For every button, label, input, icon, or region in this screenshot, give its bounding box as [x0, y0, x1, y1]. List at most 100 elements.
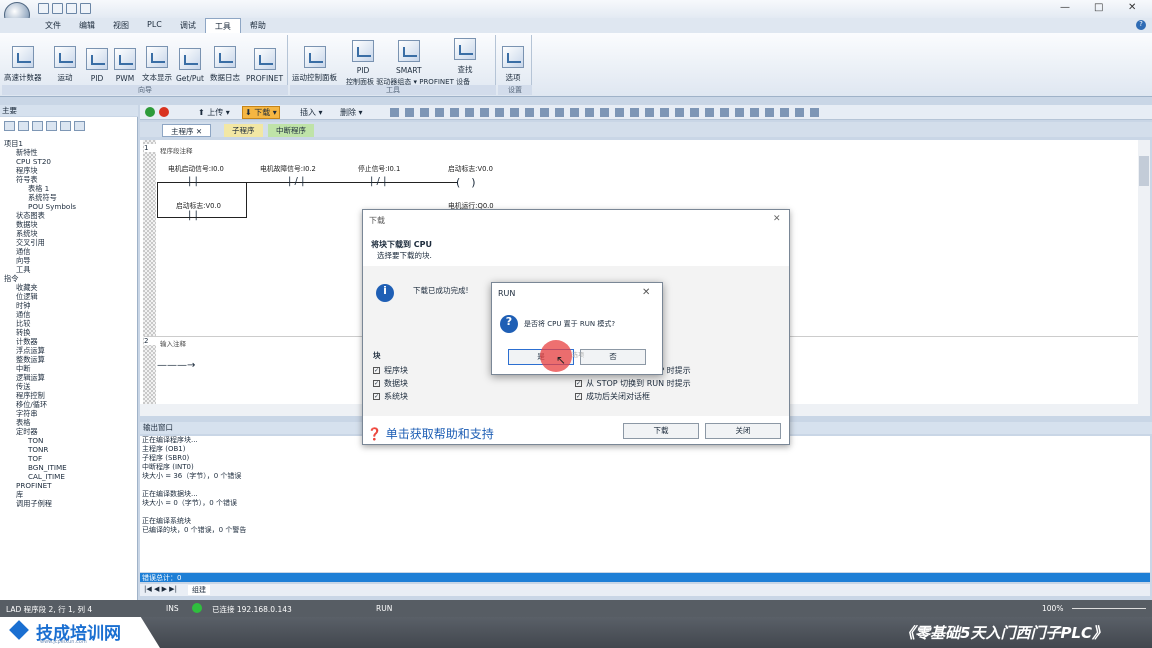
smart-drive-button[interactable]: SMART	[396, 35, 422, 75]
tree-tool-5[interactable]	[60, 121, 71, 131]
upload-button[interactable]: ⬆ 上传 ▾	[198, 107, 230, 118]
checkbox[interactable]: ✓	[373, 367, 380, 374]
tree-item[interactable]: 转换	[0, 328, 138, 337]
tree-item[interactable]: 逻辑运算	[0, 373, 138, 382]
tree-item[interactable]: 浮点运算	[0, 346, 138, 355]
no-button[interactable]: 否	[580, 349, 646, 365]
tree-item[interactable]: 计数器	[0, 337, 138, 346]
find-button[interactable]: 查找	[454, 35, 476, 75]
data-block-checkbox[interactable]: ✓ 数据块	[373, 378, 408, 389]
tree-item[interactable]: 调用子例程	[0, 499, 138, 508]
tree-item[interactable]: BGN_ITIME	[0, 463, 138, 472]
pwm-wizard-button[interactable]: PWM	[114, 35, 136, 83]
tree-item[interactable]: 程序控制	[0, 391, 138, 400]
tab-debug[interactable]: 调试	[171, 18, 205, 33]
tree-tool-1[interactable]	[4, 121, 15, 131]
print-icon[interactable]	[80, 3, 91, 14]
save-icon[interactable]	[66, 3, 77, 14]
tree-item[interactable]: 数据块	[0, 220, 138, 229]
toolbar-icons[interactable]	[390, 108, 820, 117]
tree-item[interactable]: 符号表	[0, 175, 138, 184]
option-close-after[interactable]: ✓ 成功后关闭对话框	[575, 391, 650, 402]
tree-item[interactable]: 整数运算	[0, 355, 138, 364]
tree-item[interactable]: 库	[0, 490, 138, 499]
tree-item[interactable]: TOF	[0, 454, 138, 463]
checkbox[interactable]: ✓	[575, 380, 582, 387]
tree-item[interactable]: CPU ST20	[0, 157, 138, 166]
tree-item[interactable]: 向导	[0, 256, 138, 265]
tree-item[interactable]: 状态图表	[0, 211, 138, 220]
tree-tool-2[interactable]	[18, 121, 29, 131]
close-window-button[interactable]: ✕	[1128, 2, 1136, 13]
tree-item[interactable]: 项目1	[0, 139, 138, 148]
delete-button[interactable]: 删除 ▾	[340, 107, 363, 118]
tree-item[interactable]: CAL_ITIME	[0, 472, 138, 481]
profinet-wizard-button[interactable]: PROFINET	[246, 35, 283, 83]
open-icon[interactable]	[52, 3, 63, 14]
output-selected-line[interactable]: 错误总计：0	[140, 573, 1150, 582]
tree-item[interactable]: 传送	[0, 382, 138, 391]
tree-item[interactable]: TON	[0, 436, 138, 445]
tree-item[interactable]: 工具	[0, 265, 138, 274]
tab-plc[interactable]: PLC	[138, 18, 171, 33]
tree-item[interactable]: 通信	[0, 310, 138, 319]
checkbox[interactable]: ✓	[575, 393, 582, 400]
tree-item[interactable]: 位逻辑	[0, 292, 138, 301]
close-icon[interactable]: ✕	[773, 214, 781, 224]
maximize-button[interactable]: □	[1094, 2, 1103, 13]
tab-help[interactable]: 帮助	[241, 18, 275, 33]
tab-main-program[interactable]: 主程序 ✕	[162, 124, 212, 137]
tree-item[interactable]: TONR	[0, 445, 138, 454]
tab-subroutine[interactable]: 子程序	[224, 124, 263, 137]
program-block-checkbox[interactable]: ✓ 程序块	[373, 365, 408, 376]
tree-item[interactable]: 新特性	[0, 148, 138, 157]
tree-tool-6[interactable]	[74, 121, 85, 131]
tree-item[interactable]: 指令	[0, 274, 138, 283]
tab-interrupt[interactable]: 中断程序	[268, 124, 314, 137]
option-stop-run[interactable]: ✓ 从 STOP 切换到 RUN 时提示	[575, 378, 691, 389]
tree-item[interactable]: 定时器	[0, 427, 138, 436]
help-link[interactable]: ❓ 单击获取帮助和支持	[367, 425, 494, 442]
run-icon[interactable]	[145, 107, 155, 117]
zoom-slider[interactable]	[1072, 608, 1146, 609]
getput-button[interactable]: Get/Put	[176, 35, 204, 83]
system-block-checkbox[interactable]: ✓ 系统块	[373, 391, 408, 402]
tab-view[interactable]: 视图	[104, 18, 138, 33]
new-icon[interactable]	[38, 3, 49, 14]
checkbox[interactable]: ✓	[373, 393, 380, 400]
tree-item[interactable]: 程序块	[0, 166, 138, 175]
pid-panel-button[interactable]: PID	[352, 35, 374, 75]
sheet-tab[interactable]: 组建	[188, 585, 210, 595]
close-icon[interactable]: ✕	[642, 287, 650, 298]
tree-item[interactable]: 字符串	[0, 409, 138, 418]
checkbox[interactable]: ✓	[373, 380, 380, 387]
tree-item[interactable]: 比较	[0, 319, 138, 328]
hsc-wizard-button[interactable]: 高速计数器	[4, 35, 42, 83]
tree-item[interactable]: 收藏夹	[0, 283, 138, 292]
motion-panel-button[interactable]: 运动控制面板	[292, 35, 337, 83]
tree-item[interactable]: 表格	[0, 418, 138, 427]
tree-item[interactable]: 移位/循环	[0, 400, 138, 409]
tree-item[interactable]: 系统符号	[0, 193, 138, 202]
options-button[interactable]: 选项	[502, 35, 524, 83]
editor-scrollbar[interactable]	[1138, 140, 1150, 404]
dialog-close-button[interactable]: 关闭	[705, 423, 781, 439]
download-button[interactable]: ⬇ 下载 ▾	[242, 106, 280, 119]
tree-item[interactable]: PROFINET	[0, 481, 138, 490]
tab-edit[interactable]: 编辑	[70, 18, 104, 33]
tree-item[interactable]: 表格 1	[0, 184, 138, 193]
pid-wizard-button[interactable]: PID	[86, 35, 108, 83]
tree-item[interactable]: 交叉引用	[0, 238, 138, 247]
tree-item[interactable]: 通信	[0, 247, 138, 256]
tree-item[interactable]: 中断	[0, 364, 138, 373]
download-confirm-button[interactable]: 下载	[623, 423, 699, 439]
help-icon[interactable]: ?	[1136, 20, 1146, 30]
datalog-button[interactable]: 数据日志	[210, 35, 240, 83]
tree-item[interactable]: 时钟	[0, 301, 138, 310]
tree-item[interactable]: 系统块	[0, 229, 138, 238]
tree-item[interactable]: POU Symbols	[0, 202, 138, 211]
tab-tools[interactable]: 工具	[204, 18, 241, 33]
minimize-button[interactable]: —	[1060, 2, 1070, 13]
insert-button[interactable]: 插入 ▾	[300, 107, 323, 118]
tab-file[interactable]: 文件	[36, 18, 70, 33]
